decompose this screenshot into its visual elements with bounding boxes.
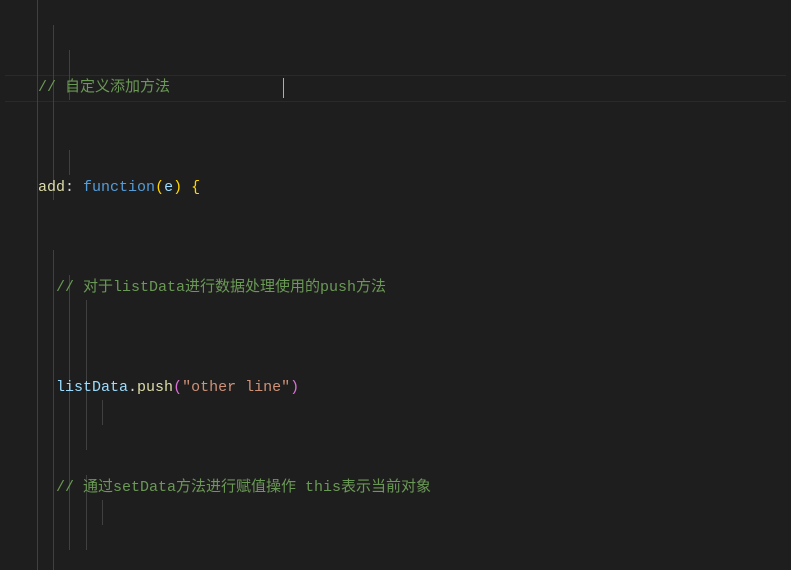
code-line: // 自定义添加方法 (20, 75, 791, 100)
comment: // 自定义添加方法 (38, 79, 170, 96)
comment: // 对于listData进行数据处理使用的push方法 (56, 279, 386, 296)
code-line: add: function(e) { (20, 175, 791, 200)
method-name: add (38, 179, 65, 196)
code-line: // 对于listData进行数据处理使用的push方法 (20, 275, 791, 300)
code-area[interactable]: // 自定义添加方法 add: function(e) { // 对于listD… (20, 0, 791, 570)
code-line: listData.push("other line") (20, 375, 791, 400)
comment: // 通过setData方法进行赋值操作 this表示当前对象 (56, 479, 431, 496)
code-line: // 通过setData方法进行赋值操作 this表示当前对象 (20, 475, 791, 500)
code-editor[interactable]: // 自定义添加方法 add: function(e) { // 对于listD… (0, 0, 791, 570)
